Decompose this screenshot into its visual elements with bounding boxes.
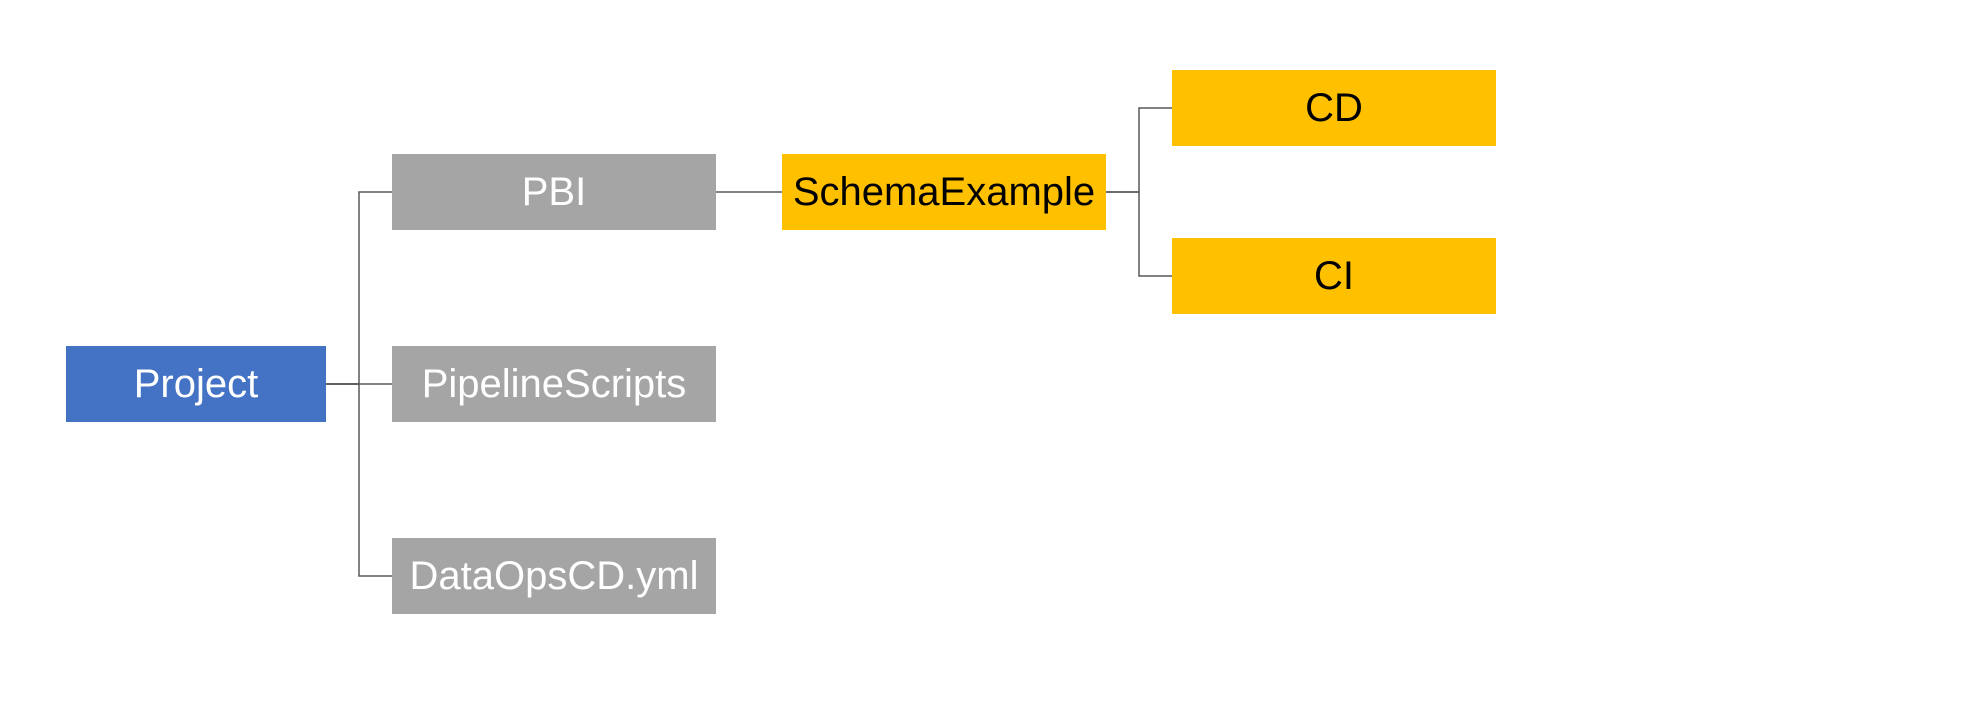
node-project: Project	[66, 346, 326, 422]
node-dataopscd: DataOpsCD.yml	[392, 538, 716, 614]
node-pbi-label: PBI	[522, 170, 586, 215]
node-pipelinescripts: PipelineScripts	[392, 346, 716, 422]
node-pbi: PBI	[392, 154, 716, 230]
node-cd-label: CD	[1305, 86, 1363, 131]
node-ci-label: CI	[1314, 254, 1354, 299]
node-cd: CD	[1172, 70, 1496, 146]
node-ci: CI	[1172, 238, 1496, 314]
node-schemaexample-label: SchemaExample	[793, 170, 1095, 215]
node-pipelinescripts-label: PipelineScripts	[422, 362, 687, 407]
node-project-label: Project	[134, 362, 259, 407]
node-dataopscd-label: DataOpsCD.yml	[410, 554, 699, 599]
node-schemaexample: SchemaExample	[782, 154, 1106, 230]
